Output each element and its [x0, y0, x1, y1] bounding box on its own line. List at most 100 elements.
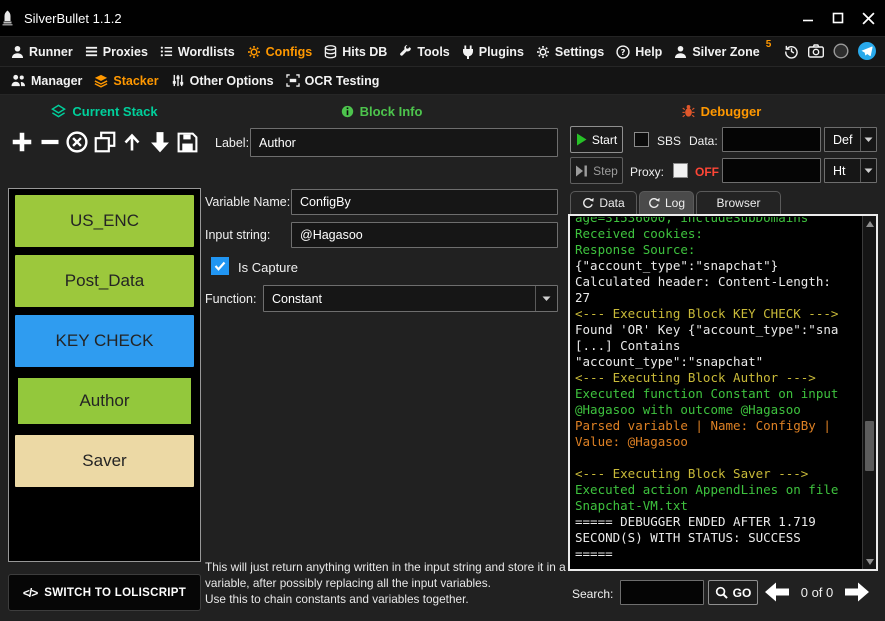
proxy-checkbox[interactable] — [673, 163, 688, 178]
menu-item-silverzone[interactable]: Silver Zone 5 — [668, 37, 777, 67]
log-line: @Hagasoo with outcome @Hagasoo — [575, 402, 801, 417]
log-line: Value: @Hagasoo — [575, 434, 688, 449]
start-label: Start — [591, 132, 618, 147]
menu-item-proxies[interactable]: Proxies — [79, 37, 154, 67]
is-capture-checkbox[interactable] — [211, 257, 229, 275]
variable-name-input[interactable] — [291, 189, 558, 215]
data-label: Data: — [689, 134, 718, 148]
menu-label: Wordlists — [177, 44, 235, 59]
play-icon — [576, 133, 587, 146]
submenu-item-manager[interactable]: Manager — [5, 66, 88, 95]
tab-browser[interactable]: Browser — [696, 191, 781, 214]
proxy-input[interactable] — [722, 158, 821, 183]
tab-log[interactable]: Log — [639, 191, 694, 214]
scroll-down-icon[interactable] — [863, 555, 876, 568]
submenu-item-other-options[interactable]: Other Options — [165, 66, 280, 95]
save-stack-icon[interactable] — [174, 127, 200, 157]
chevron-down-icon — [860, 159, 876, 182]
stack-block-us-enc[interactable]: US_ENC — [15, 195, 194, 247]
tab-label: Browser — [716, 196, 761, 210]
log-line: Response Source: — [575, 242, 696, 257]
menu-label: Proxies — [102, 44, 148, 59]
stack-block-key-check[interactable]: KEY CHECK — [15, 315, 194, 367]
clone-block-icon[interactable] — [92, 127, 118, 157]
data-input[interactable] — [722, 127, 821, 152]
stack-block-saver[interactable]: Saver — [15, 435, 194, 487]
wrench-icon — [399, 45, 412, 58]
menu-label: Runner — [29, 44, 73, 59]
menu-item-plugins[interactable]: Plugins — [456, 37, 530, 67]
function-dropdown[interactable]: Constant — [263, 285, 558, 312]
menu-item-configs[interactable]: Configs — [241, 37, 319, 67]
menu-item-tools[interactable]: Tools — [393, 37, 455, 67]
menu-item-hitsdb[interactable]: Hits DB — [318, 37, 393, 67]
proxy-status: OFF — [695, 165, 719, 179]
submenu-item-stacker[interactable]: Stacker — [88, 66, 164, 95]
app-title: SilverBullet 1.1.2 — [24, 10, 122, 26]
proxy-type-dropdown[interactable]: Ht — [824, 158, 877, 183]
settings-gear-icon — [536, 45, 550, 59]
step-button[interactable]: Step — [570, 157, 623, 184]
maximize-button[interactable] — [823, 0, 853, 36]
search-match-counter: 0 of 0 — [800, 585, 834, 600]
go-button[interactable]: GO — [708, 580, 758, 605]
close-button[interactable] — [853, 0, 883, 36]
log-content: age=31536000; includeSubDomains Received… — [575, 217, 859, 568]
log-line: "account_type":"snapchat" — [575, 354, 764, 369]
stack-block-label: Author — [79, 391, 130, 410]
camera-icon[interactable] — [808, 44, 824, 58]
label-input[interactable] — [250, 128, 558, 157]
next-match-icon[interactable] — [842, 578, 872, 606]
scroll-up-icon[interactable] — [863, 217, 876, 230]
previous-match-icon[interactable] — [762, 578, 792, 606]
ocr-scan-icon — [285, 74, 300, 87]
sbs-checkbox[interactable] — [634, 132, 649, 147]
bug-icon — [682, 104, 695, 118]
delete-block-icon[interactable] — [64, 127, 90, 157]
runner-icon — [11, 45, 24, 59]
history-icon[interactable] — [784, 44, 799, 59]
stack-block-post-data[interactable]: Post_Data — [15, 255, 194, 307]
svg-text:?: ? — [621, 46, 626, 56]
tab-data[interactable]: Data — [570, 191, 637, 214]
chevron-down-icon — [535, 286, 557, 311]
info-icon — [341, 105, 354, 118]
data-type-dropdown[interactable]: Def — [824, 127, 877, 152]
log-line: Received cookies: — [575, 226, 703, 241]
data-type-value: Def — [833, 132, 853, 147]
search-input[interactable] — [620, 580, 704, 605]
minimize-button[interactable] — [793, 0, 823, 36]
telegram-icon[interactable] — [858, 42, 876, 60]
add-block-icon[interactable] — [9, 127, 35, 157]
start-button[interactable]: Start — [570, 126, 623, 153]
menu-item-wordlists[interactable]: Wordlists — [154, 37, 241, 67]
scrollbar-thumb[interactable] — [865, 421, 874, 471]
manager-users-icon — [11, 74, 26, 87]
window-controls — [793, 0, 883, 36]
log-scrollbar[interactable] — [862, 216, 876, 569]
menu-item-help[interactable]: ? Help — [610, 37, 668, 67]
proxy-type-value: Ht — [833, 163, 846, 178]
label-field-label: Label: — [215, 136, 250, 150]
block-info-header: Block Info — [205, 101, 558, 121]
move-up-icon[interactable] — [119, 127, 145, 157]
menu-icon-cluster — [784, 36, 876, 66]
proxy-label: Proxy: — [630, 165, 665, 179]
function-label: Function: — [205, 292, 257, 306]
menu-label: Hits DB — [342, 44, 388, 59]
record-icon[interactable] — [833, 43, 849, 59]
menu-label: Configs — [265, 44, 313, 59]
log-line: Executed action AppendLines on file — [575, 482, 839, 497]
block-description: This will just return anything written i… — [205, 560, 566, 606]
input-string-input[interactable] — [291, 222, 558, 248]
menu-item-runner[interactable]: Runner — [5, 37, 79, 67]
menu-item-settings[interactable]: Settings — [530, 37, 610, 67]
log-line: [...] Contains — [575, 338, 681, 353]
silverbullet-window: SilverBullet 1.1.2 Runner Proxies Wordli… — [0, 0, 885, 621]
remove-block-icon[interactable] — [37, 127, 63, 157]
move-down-icon[interactable] — [147, 127, 173, 157]
submenu-item-ocr-testing[interactable]: OCR Testing — [280, 66, 386, 95]
switch-to-loliscript-button[interactable]: </> SWITCH TO LOLISCRIPT — [8, 574, 201, 611]
stack-block-author[interactable]: Author — [15, 375, 194, 427]
log-line: <--- Executing Block KEY CHECK ---> — [575, 306, 839, 321]
